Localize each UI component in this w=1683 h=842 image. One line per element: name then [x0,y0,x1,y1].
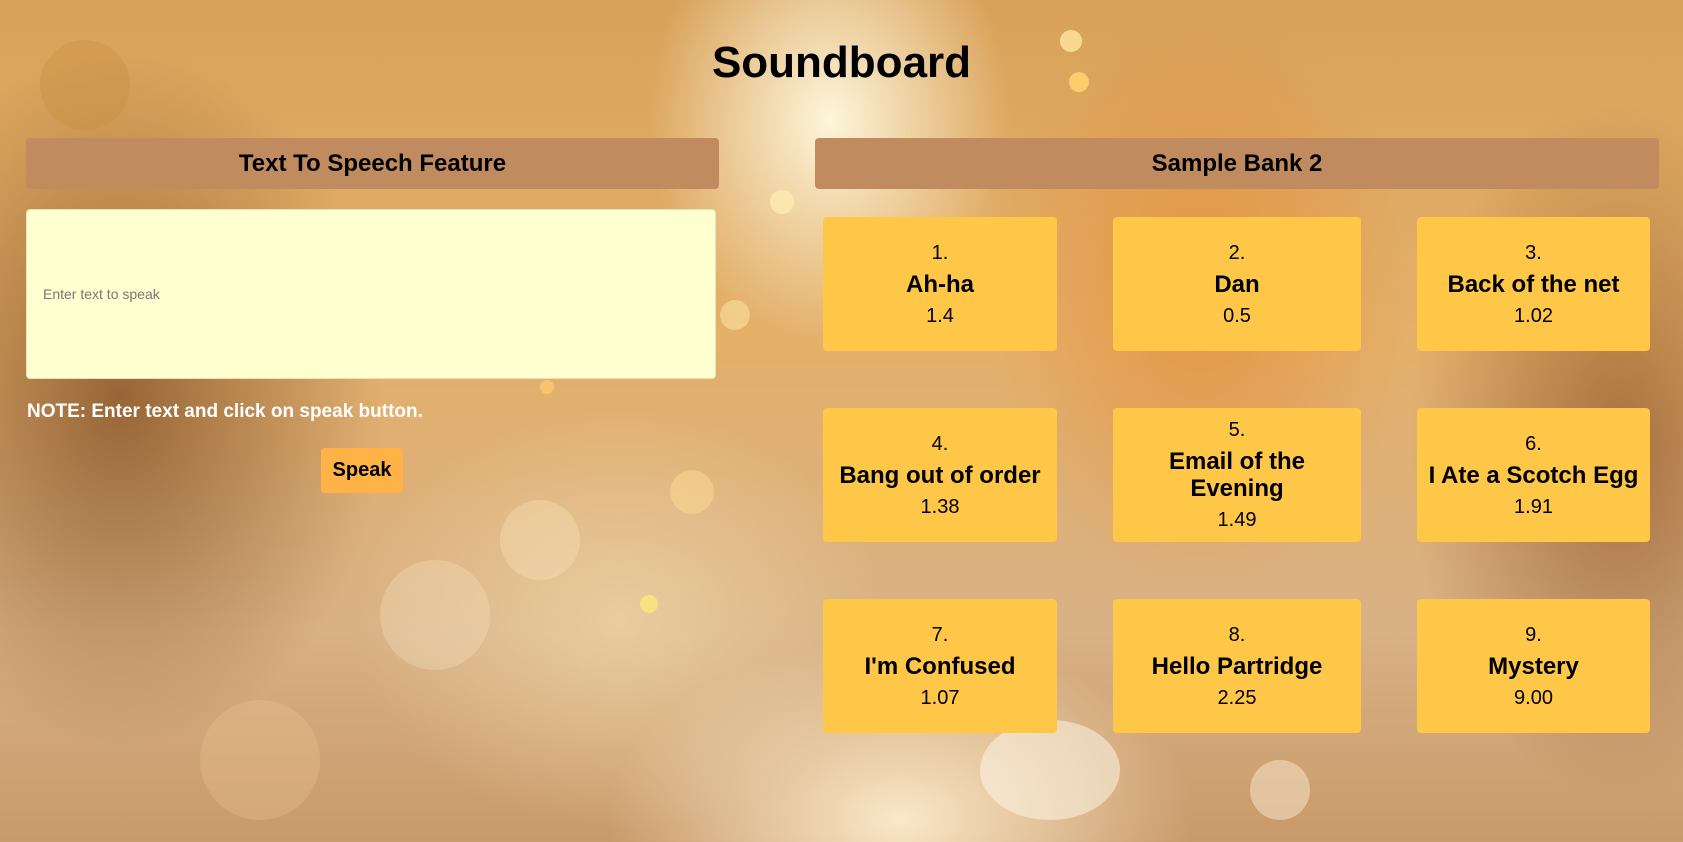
sample-number: 5. [1228,419,1246,441]
sample-button[interactable]: 8. Hello Partridge 2.25 [1113,599,1361,733]
sample-button[interactable]: 4. Bang out of order 1.38 [823,408,1057,542]
sample-number: 3. [1525,241,1542,264]
tts-note: NOTE: Enter text and click on speak butt… [27,401,423,422]
sample-bank-header: Sample Bank 2 [815,138,1659,189]
background-bokeh [670,470,714,514]
sample-button[interactable]: 2. Dan 0.5 [1113,217,1361,351]
sample-button[interactable]: 9. Mystery 9.00 [1417,599,1650,733]
sample-button[interactable]: 3. Back of the net 1.02 [1417,217,1650,351]
sample-button[interactable]: 5. Email of the Evening 1.49 [1113,408,1361,542]
background-bokeh [1250,760,1310,820]
sample-number: 7. [931,623,949,646]
sample-duration: 1.49 [1217,509,1257,531]
sample-name: I Ate a Scotch Egg [1428,461,1639,489]
sample-number: 6. [1525,432,1542,455]
background-bokeh [720,300,750,330]
page-title: Soundboard [711,38,972,87]
background-bokeh [500,500,580,580]
sample-name: Mystery [1488,652,1579,680]
sample-button[interactable]: 7. I'm Confused 1.07 [823,599,1057,733]
sample-name: Bang out of order [839,461,1041,489]
tts-panel-header: Text To Speech Feature [26,138,719,189]
sample-duration: 9.00 [1514,686,1553,709]
sample-name: Dan [1214,270,1260,298]
background-bokeh [770,190,794,214]
sample-number: 9. [1525,623,1542,646]
sample-button[interactable]: 6. I Ate a Scotch Egg 1.91 [1417,408,1650,542]
sample-name: Ah-ha [906,270,974,298]
sample-button[interactable]: 1. Ah-ha 1.4 [823,217,1057,351]
sample-number: 2. [1228,241,1246,264]
sample-duration: 1.02 [1514,304,1553,327]
sample-duration: 1.38 [920,495,960,518]
tts-text-input[interactable] [26,209,716,379]
sample-name: Email of the Evening [1168,448,1306,502]
background-bokeh [540,380,554,394]
background-bokeh [380,560,490,670]
background-bokeh [980,720,1120,820]
background-bokeh [640,595,658,613]
sample-name: Back of the net [1447,270,1620,298]
sample-number: 8. [1228,623,1246,646]
background-bokeh [200,700,320,820]
sample-duration: 1.91 [1514,495,1553,518]
sample-name: I'm Confused [864,652,1016,680]
sample-duration: 1.4 [926,304,954,327]
sample-duration: 2.25 [1217,686,1257,709]
sample-name: Hello Partridge [1151,652,1323,680]
sample-duration: 0.5 [1223,304,1251,327]
sample-number: 1. [931,241,949,264]
sample-number: 4. [931,432,949,455]
speak-button[interactable]: Speak [321,448,403,493]
sample-duration: 1.07 [920,686,960,709]
